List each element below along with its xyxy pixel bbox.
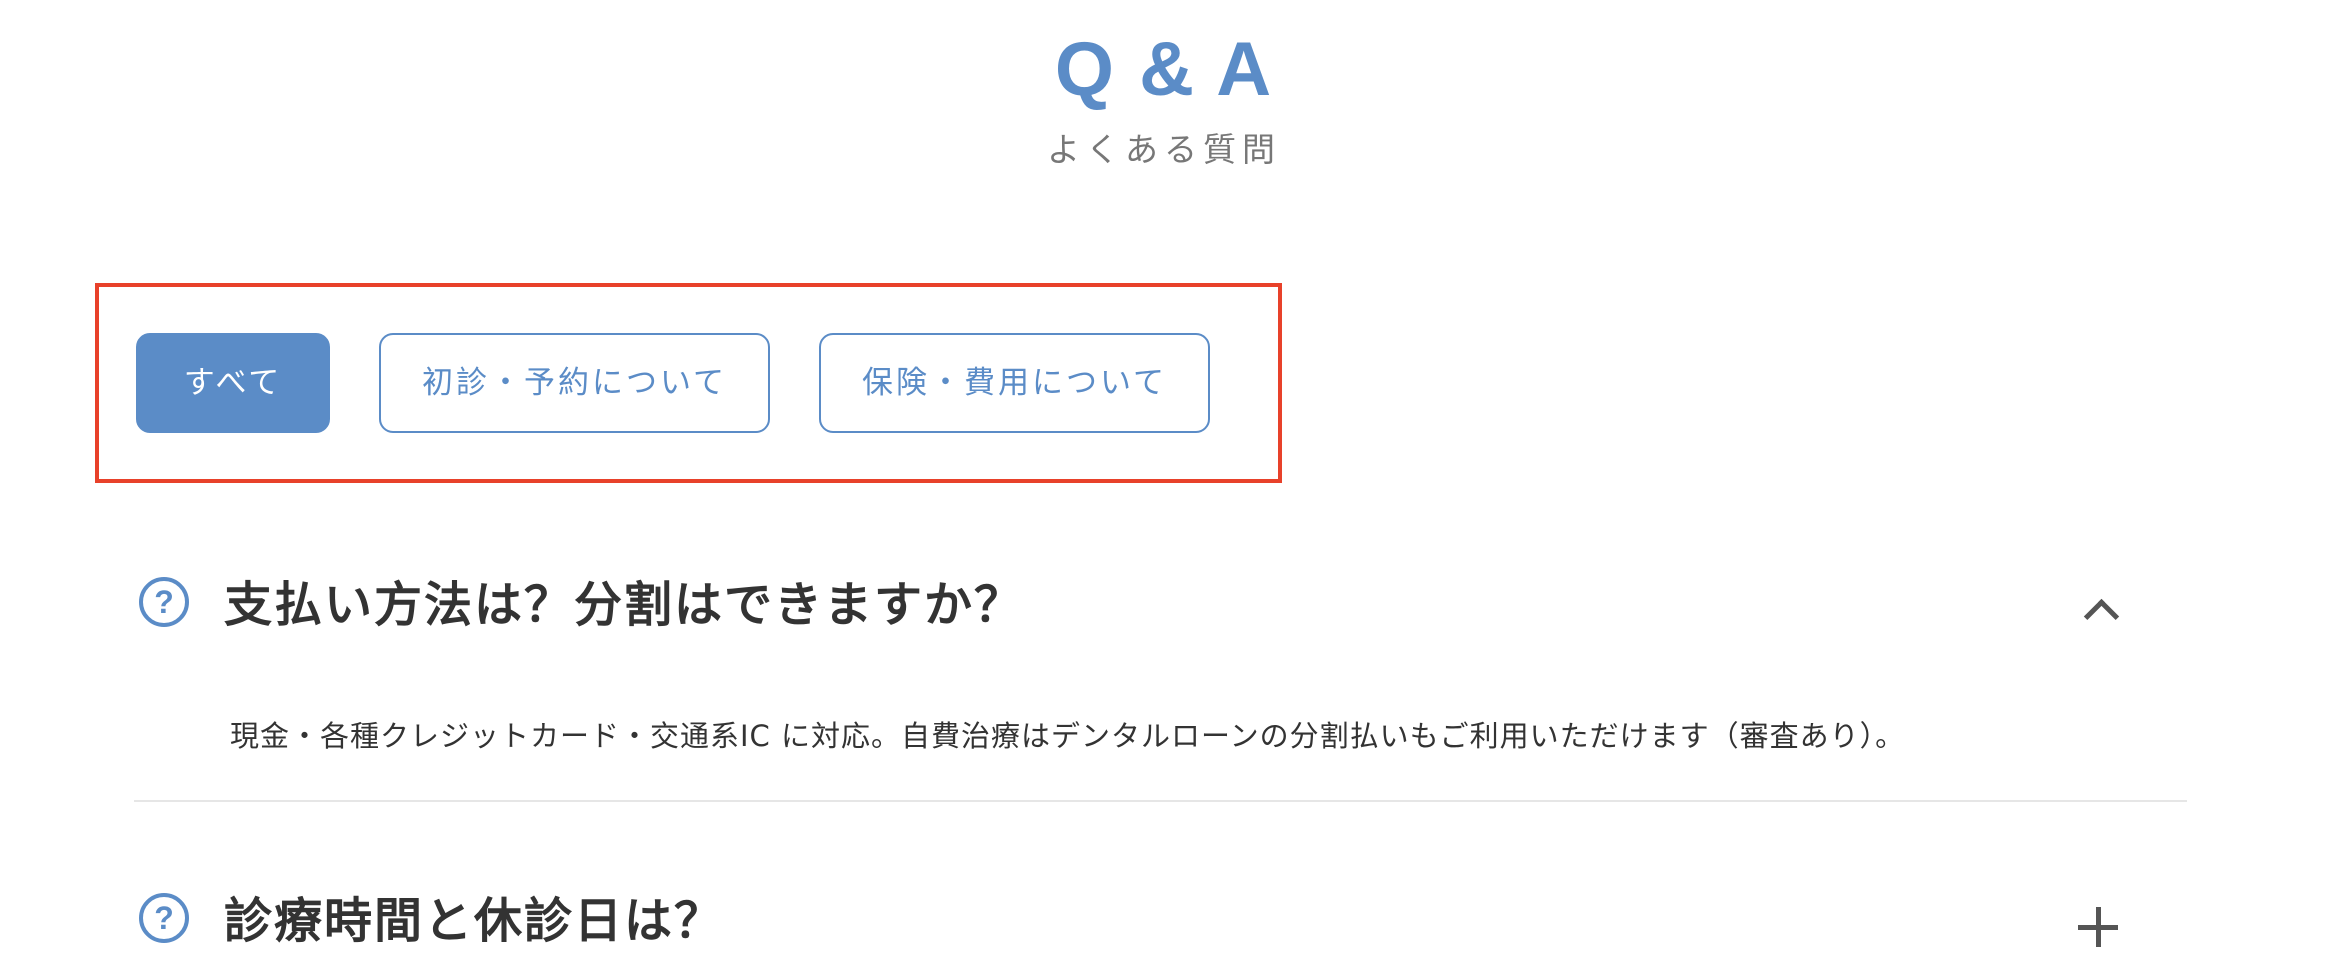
question-circle-icon: ? — [139, 893, 189, 943]
page-subtitle: よくある質問 — [1047, 130, 1281, 169]
faq-question-text: 支払い方法は？分割はできますか？ — [224, 577, 1025, 633]
faq-divider — [134, 800, 2187, 802]
faq-question-header[interactable]: ? 支払い方法は？分割はできますか？ — [134, 570, 2187, 640]
page-title: Q & A — [1054, 27, 1274, 112]
filter-button-all[interactable]: すべて — [136, 333, 330, 433]
faq-question-header[interactable]: ? 診療時間と休診日は？ — [134, 880, 2187, 950]
plus-icon[interactable] — [2069, 907, 2129, 967]
chevron-up-icon[interactable] — [2069, 582, 2129, 642]
filter-button-first-visit-reservation[interactable]: 初診・予約について — [379, 333, 770, 433]
faq-item: ? 支払い方法は？分割はできますか？ 現金・各種クレジットカード・交通系IC に… — [134, 570, 2187, 805]
faq-answer-text: 現金・各種クレジットカード・交通系IC に対応。自費治療はデンタルローンの分割払… — [230, 719, 1906, 753]
question-circle-icon: ? — [139, 577, 189, 627]
filter-button-insurance-fees[interactable]: 保険・費用について — [819, 333, 1210, 433]
faq-question-text: 診療時間と休診日は？ — [224, 893, 725, 949]
faq-item: ? 診療時間と休診日は？ — [134, 880, 2187, 950]
